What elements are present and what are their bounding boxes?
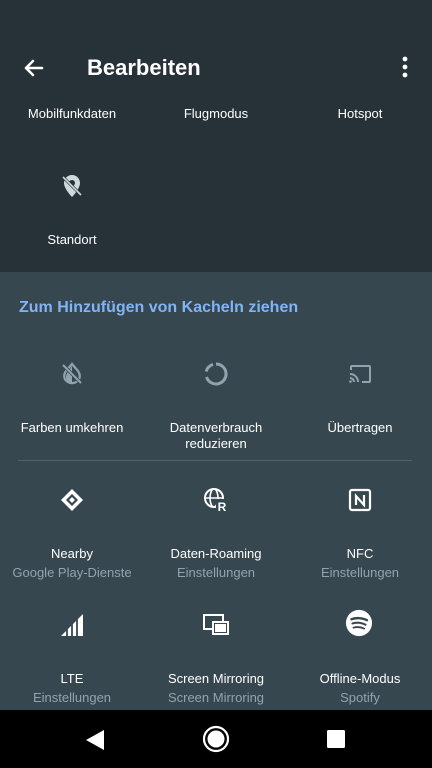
tile-sublabel: Google Play-Dienste [12, 565, 132, 580]
data-saver-icon [204, 362, 228, 386]
cast-icon [349, 365, 371, 383]
tile-sublabel: Einstellungen [320, 565, 400, 580]
tile-label: Hotspot [337, 106, 383, 121]
tile-screen-mirroring[interactable]: Screen Mirroring Screen Mirroring [144, 611, 288, 708]
arrow-left-icon [24, 59, 44, 77]
tile-sublabel: Screen Mirroring [167, 690, 265, 705]
drag-tiles-header: Zum Hinzufügen von Kacheln ziehen [19, 299, 299, 316]
divider [18, 460, 412, 461]
tile-invert-colors[interactable]: Farben umkehren [0, 360, 144, 455]
tile-label: Screen Mirroring [167, 671, 265, 686]
nav-home-button[interactable] [202, 725, 230, 753]
location-off-icon [61, 175, 83, 197]
tile-label: Flugmodus [183, 106, 249, 121]
signal-icon [61, 613, 83, 637]
nfc-icon [348, 488, 372, 512]
page-title: Bearbeiten [87, 55, 201, 80]
tile-airplane-mode[interactable]: Flugmodus [144, 106, 288, 122]
tile-label: Farben umkehren [20, 420, 124, 435]
tile-sublabel: Spotify [340, 690, 380, 705]
nav-back-button[interactable] [84, 728, 106, 752]
tile-location[interactable]: Standort [0, 170, 144, 250]
tile-label: Nearby [51, 546, 93, 561]
tile-label-line2: reduzieren [185, 436, 247, 451]
tile-label: LTE [60, 671, 84, 686]
back-button[interactable] [18, 53, 48, 83]
tile-mobile-data[interactable]: Mobilfunkdaten [0, 106, 144, 122]
nav-home-icon [202, 725, 230, 753]
more-vert-icon [402, 56, 408, 78]
invert-colors-off-icon [61, 362, 83, 385]
nearby-icon [61, 489, 83, 511]
tile-cast[interactable]: Übertragen [288, 360, 432, 455]
tile-offline-mode[interactable]: Offline-Modus Spotify [288, 609, 432, 708]
roaming-globe-icon: R [204, 488, 228, 514]
tile-label: NFC [346, 546, 374, 561]
nav-recents-button[interactable] [327, 730, 345, 748]
tile-sublabel: Einstellungen [32, 690, 112, 705]
nav-back-icon [86, 730, 104, 750]
spotify-icon [345, 609, 373, 637]
tile-nearby[interactable]: Nearby Google Play-Dienste [0, 486, 144, 586]
tile-lte[interactable]: LTE Einstellungen [0, 611, 144, 708]
tile-data-saver[interactable]: Datenverbrauch reduzieren [144, 360, 288, 455]
tile-nfc[interactable]: NFC Einstellungen [288, 486, 432, 586]
nav-recents-icon [327, 730, 345, 748]
overflow-menu-button[interactable] [393, 55, 417, 81]
tile-label: Mobilfunkdaten [27, 106, 117, 121]
tile-sublabel: Einstellungen [176, 565, 256, 580]
tile-data-roaming[interactable]: R Daten-Roaming Einstellungen [144, 486, 288, 586]
tile-hotspot[interactable]: Hotspot [288, 106, 432, 122]
tile-label: Datenverbrauch [169, 420, 263, 435]
system-navigation-bar [0, 710, 432, 768]
svg-text:R: R [218, 500, 227, 514]
tile-label: Daten-Roaming [170, 546, 262, 561]
tile-label: Offline-Modus [319, 671, 401, 686]
screen-mirroring-icon [203, 614, 229, 635]
tile-label: Standort [47, 232, 97, 247]
tile-label: Übertragen [327, 420, 393, 435]
app-bar: Bearbeiten [0, 0, 432, 102]
